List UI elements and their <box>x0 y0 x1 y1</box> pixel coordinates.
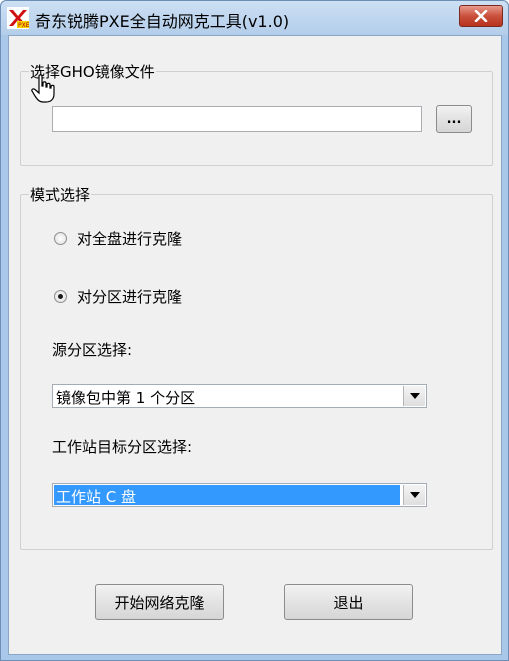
app-window: PXE 奇东锐腾PXE全自动网克工具(v1.0) 选择GHO镜像文件 ... 模… <box>0 0 509 661</box>
svg-text:PXE: PXE <box>18 22 29 29</box>
target-dropdown-arrow[interactable] <box>403 485 425 505</box>
target-partition-value: 工作站 C 盘 <box>54 485 400 506</box>
title-bar[interactable]: PXE 奇东锐腾PXE全自动网克工具(v1.0) <box>1 1 508 35</box>
exit-button[interactable]: 退出 <box>284 584 413 620</box>
radio-partition[interactable]: 对分区进行克隆 <box>54 286 182 307</box>
dialog-body: 选择GHO镜像文件 ... 模式选择 对全盘进行克隆 对分区进行克隆 源分区选择… <box>8 35 502 655</box>
source-dropdown-arrow[interactable] <box>403 386 425 406</box>
source-partition-label: 源分区选择: <box>52 341 133 359</box>
target-partition-label: 工作站目标分区选择: <box>52 438 193 456</box>
pxe-app-icon: PXE <box>7 7 29 29</box>
radio-full-disk[interactable]: 对全盘进行克隆 <box>54 228 182 249</box>
gho-path-input[interactable] <box>52 106 422 132</box>
chevron-down-icon <box>409 393 420 399</box>
target-partition-select[interactable]: 工作站 C 盘 <box>52 483 427 507</box>
window-title: 奇东锐腾PXE全自动网克工具(v1.0) <box>35 12 290 31</box>
close-button[interactable] <box>459 5 503 27</box>
source-partition-value: 镜像包中第 1 个分区 <box>56 389 196 407</box>
start-clone-button[interactable]: 开始网络克隆 <box>95 584 224 620</box>
chevron-down-icon <box>409 492 420 498</box>
hand-cursor-icon <box>31 74 55 103</box>
radio-partition-button[interactable] <box>54 290 67 303</box>
radio-partition-label: 对分区进行克隆 <box>77 288 183 306</box>
close-icon <box>474 10 488 22</box>
radio-full-disk-label: 对全盘进行克隆 <box>77 230 183 248</box>
mode-group-legend: 模式选择 <box>29 184 92 205</box>
source-partition-select[interactable]: 镜像包中第 1 个分区 <box>52 384 427 408</box>
radio-full-disk-button[interactable] <box>54 232 67 245</box>
browse-button[interactable]: ... <box>436 105 472 133</box>
